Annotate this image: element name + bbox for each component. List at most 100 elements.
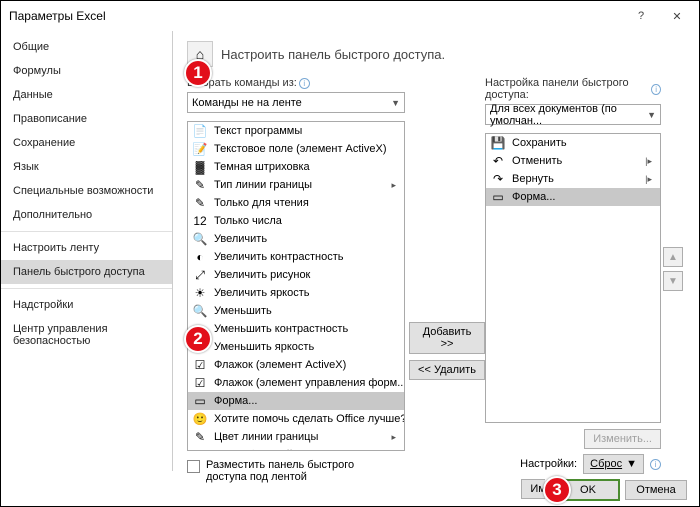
sidebar-item[interactable]: Надстройки xyxy=(1,293,172,317)
item-icon: ⤢ xyxy=(192,267,208,283)
close-button[interactable]: ✕ xyxy=(659,2,695,30)
move-down-button: ▼ xyxy=(663,271,683,291)
list-item[interactable]: 12 Только числа xyxy=(188,212,404,230)
item-icon: ↶ xyxy=(490,153,506,169)
callout-2: 2 xyxy=(184,325,212,353)
list-item[interactable]: ◧Цвет объемной фигуры▸ xyxy=(188,446,404,451)
list-item[interactable]: ▭ Форма... xyxy=(486,188,660,206)
item-icon: 📝 xyxy=(192,141,208,157)
commands-column: Выбрать команды из: i Команды не на лент… xyxy=(187,77,409,504)
sidebar-item[interactable]: Сохранение xyxy=(1,131,172,155)
list-item[interactable]: ▭ Форма... xyxy=(188,392,404,410)
titlebar: Параметры Excel ? ✕ xyxy=(1,1,699,31)
add-button[interactable]: Добавить >> xyxy=(409,322,485,354)
list-item[interactable]: ⤢ Увеличить рисунок xyxy=(188,266,404,284)
item-label: Увеличить рисунок xyxy=(214,269,310,281)
info-icon[interactable]: i xyxy=(651,84,661,95)
list-item[interactable]: ◑Уменьшить контрастность xyxy=(188,320,404,338)
remove-button[interactable]: << Удалить xyxy=(409,360,485,380)
item-label: Только числа xyxy=(214,215,282,227)
list-item[interactable]: 💾 Сохранить xyxy=(486,134,660,152)
sidebar: ОбщиеФормулыДанныеПравописаниеСохранение… xyxy=(1,31,173,471)
list-item[interactable]: ✎Цвет линии границы▸ xyxy=(188,428,404,446)
item-label: Темная штриховка xyxy=(214,161,310,173)
sidebar-item[interactable]: Формулы xyxy=(1,59,172,83)
item-icon: 🙂 xyxy=(192,411,208,427)
submenu-icon: ▸ xyxy=(391,180,400,191)
main-header: ⌂ Настроить панель быстрого доступа. xyxy=(187,41,685,67)
item-label: Текст программы xyxy=(214,125,302,137)
list-item[interactable]: ▓Темная штриховка xyxy=(188,158,404,176)
choose-commands-combo[interactable]: Команды не на ленте ▼ xyxy=(187,92,405,113)
list-item[interactable]: ☑Флажок (элемент ActiveX) xyxy=(188,356,404,374)
list-item[interactable]: 🔍Уменьшить xyxy=(188,302,404,320)
item-label: Увеличить яркость xyxy=(214,287,310,299)
qat-listbox[interactable]: 💾 Сохранить ↶ Отменить |▸ ↷Вернуть|▸▭ Форма... xyxy=(485,133,661,423)
item-label: Форма... xyxy=(512,191,555,203)
item-label: Хотите помочь сделать Office лучше? xyxy=(214,413,405,425)
sidebar-item[interactable]: Общие xyxy=(1,35,172,59)
submenu-icon: |▸ xyxy=(645,156,656,167)
window-title: Параметры Excel xyxy=(9,9,623,23)
item-label: Уменьшить xyxy=(214,305,272,317)
commands-listbox[interactable]: 📄 Текст программы 📝Текстовое поле (элемент… xyxy=(187,121,405,451)
sidebar-item[interactable]: Язык xyxy=(1,155,172,179)
help-button[interactable]: ? xyxy=(623,2,659,30)
item-icon: ▭ xyxy=(192,393,208,409)
qat-scope-combo[interactable]: Для всех документов (по умолчан... ▼ xyxy=(485,104,661,125)
item-icon: ↷ xyxy=(490,171,506,187)
list-item[interactable]: ↷Вернуть|▸ xyxy=(486,170,660,188)
info-icon[interactable]: i xyxy=(299,78,310,89)
modify-button: Изменить... xyxy=(584,429,661,449)
item-icon: ▭ xyxy=(490,189,506,205)
item-label: Уменьшить яркость xyxy=(214,341,314,353)
item-label: Отменить xyxy=(512,155,562,167)
list-item[interactable]: 📄 Текст программы xyxy=(188,122,404,140)
list-item[interactable]: ↶ Отменить |▸ xyxy=(486,152,660,170)
sidebar-item[interactable]: Дополнительно xyxy=(1,203,172,227)
cancel-button[interactable]: Отмена xyxy=(625,480,687,500)
list-item[interactable]: ☼Уменьшить яркость xyxy=(188,338,404,356)
item-label: Форма... xyxy=(214,395,257,407)
item-label: Уменьшить контрастность xyxy=(214,323,348,335)
sidebar-item[interactable]: Специальные возможности xyxy=(1,179,172,203)
sidebar-item[interactable]: Центр управления безопасностью xyxy=(1,317,172,353)
main-panel: ⌂ Настроить панель быстрого доступа. Выб… xyxy=(173,31,699,471)
item-label: Только для чтения xyxy=(214,197,309,209)
item-label: Увеличить контрастность xyxy=(214,251,344,263)
chevron-down-icon: ▼ xyxy=(626,458,637,470)
item-label: Сохранить xyxy=(512,137,567,149)
item-icon: 12 xyxy=(192,213,208,229)
list-item[interactable]: 🔍 Увеличить xyxy=(188,230,404,248)
reset-button[interactable]: Сброс▼ xyxy=(583,454,644,474)
sidebar-item[interactable]: Данные xyxy=(1,83,172,107)
item-icon: 🔍 xyxy=(192,231,208,247)
qat-column: Настройка панели быстрого доступа: i Для… xyxy=(485,77,685,504)
sidebar-item[interactable]: Панель быстрого доступа xyxy=(1,260,172,284)
list-item[interactable]: 📝Текстовое поле (элемент ActiveX) xyxy=(188,140,404,158)
list-item[interactable]: ✎ Только для чтения xyxy=(188,194,404,212)
item-label: Увеличить xyxy=(214,233,267,245)
list-item[interactable]: 🙂 Хотите помочь сделать Office лучше? xyxy=(188,410,404,428)
list-item[interactable]: ◐Увеличить контрастность xyxy=(188,248,404,266)
sidebar-item[interactable]: Настроить ленту xyxy=(1,236,172,260)
callout-3: 3 xyxy=(543,476,571,504)
sidebar-item[interactable]: Правописание xyxy=(1,107,172,131)
move-up-button: ▲ xyxy=(663,247,683,267)
info-icon[interactable]: i xyxy=(650,459,661,470)
item-icon: ☀ xyxy=(192,285,208,301)
submenu-icon: ▸ xyxy=(391,432,400,443)
list-item[interactable]: ☀ Увеличить яркость xyxy=(188,284,404,302)
item-icon: 📄 xyxy=(192,123,208,139)
item-label: Тип линии границы xyxy=(214,179,312,191)
chevron-down-icon: ▼ xyxy=(647,110,656,120)
list-item[interactable]: ✎Тип линии границы▸ xyxy=(188,176,404,194)
item-icon: ✎ xyxy=(192,195,208,211)
item-icon: 💾 xyxy=(490,135,506,151)
below-ribbon-checkbox[interactable]: Разместить панель быстрого доступа под л… xyxy=(187,459,409,483)
page-title: Настроить панель быстрого доступа. xyxy=(221,47,445,62)
item-icon: ☑ xyxy=(192,357,208,373)
transfer-buttons: Добавить >> << Удалить xyxy=(409,77,485,504)
list-item[interactable]: ☑Флажок (элемент управления форм... xyxy=(188,374,404,392)
choose-commands-label: Выбрать команды из: i xyxy=(187,77,409,89)
